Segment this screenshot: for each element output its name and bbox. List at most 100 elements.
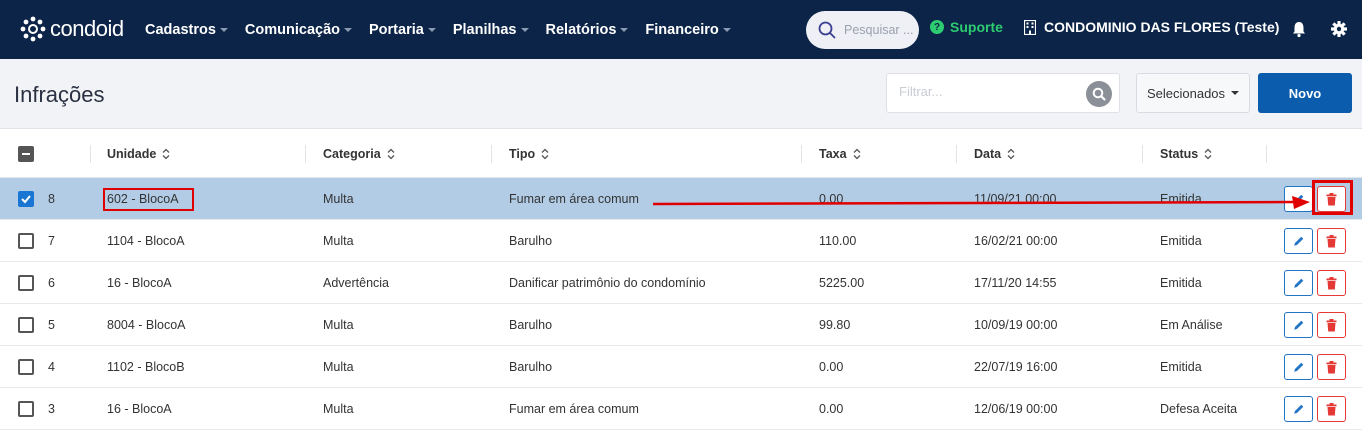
condo-name: CONDOMINIO DAS FLORES (Teste) [1044,19,1280,35]
column-header-data[interactable]: Data [974,147,1015,161]
cell-data: 22/07/19 16:00 [974,360,1058,374]
pencil-icon [1293,236,1303,246]
table-row[interactable]: 8 602 - BlocoA Multa Fumar em área comum 0.0… [0,178,1362,220]
nav-item-portaria[interactable]: Portaria [369,22,436,38]
cell-categoria: Advertência [323,276,390,290]
row-checkbox[interactable] [18,275,34,291]
cell-data: 16/02/21 00:00 [974,234,1058,248]
column-header-unidade[interactable]: Unidade [107,147,170,161]
trash-icon [1326,318,1337,331]
nav-item-cadastros[interactable]: Cadastros [145,22,228,38]
global-search[interactable]: Pesquisar ... [806,11,919,49]
cell-taxa: 0.00 [819,192,844,206]
cell-taxa: 5225.00 [819,276,865,290]
cell-unidade: 16 - BlocoA [107,402,172,416]
new-button[interactable]: Novo [1258,73,1352,113]
cell-categoria: Multa [323,360,354,374]
table-row[interactable]: 5 8004 - BlocoA Multa Barulho 99.80 10/09/19 … [0,304,1362,346]
column-header-categoria[interactable]: Categoria [323,147,395,161]
select-all-checkbox[interactable] [18,146,34,162]
cell-categoria: Multa [323,402,354,416]
nav-item-relatórios[interactable]: Relatórios [546,22,629,38]
trash-icon [1326,192,1337,205]
caret-down-icon [344,27,353,32]
row-checkbox[interactable] [18,317,34,333]
top-navbar: condoid Cadastros Comunicação Portaria Plan… [0,0,1362,59]
condo-selector[interactable]: CONDOMINIO DAS FLORES (Teste) [1024,19,1279,35]
delete-button[interactable] [1317,270,1346,296]
support-link[interactable]: ? Suporte [930,19,1003,35]
gear-icon[interactable] [1330,20,1348,38]
cell-taxa: 0.00 [819,360,844,374]
nav-item-label: Cadastros [145,21,216,38]
filter-field[interactable] [886,73,1120,113]
cell-tipo: Barulho [509,234,553,248]
cell-categoria: Multa [323,192,354,206]
bell-icon[interactable] [1290,20,1308,38]
edit-button[interactable] [1284,354,1313,380]
cell-taxa: 110.00 [819,234,857,248]
edit-button[interactable] [1284,312,1313,338]
column-divider [305,145,306,163]
cell-tipo: Barulho [509,360,553,374]
cell-taxa: 99.80 [819,318,851,332]
table-body: 8 602 - BlocoA Multa Fumar em área comum 0.0… [0,178,1362,430]
caret-down-icon [427,27,436,32]
selected-actions-button[interactable]: Selecionados [1136,73,1250,113]
trash-icon [1326,234,1337,247]
row-checkbox[interactable] [18,401,34,417]
pencil-icon [1293,320,1303,330]
row-id: 4 [48,360,55,374]
magnifier-icon [1092,87,1106,101]
cell-status: Emitida [1160,192,1202,206]
table-row[interactable]: 6 16 - BlocoA Advertência Danificar patrimô… [0,262,1362,304]
pencil-icon [1293,194,1303,204]
delete-button[interactable] [1317,228,1346,254]
edit-button[interactable] [1284,270,1313,296]
nav-item-label: Financeiro [645,21,719,38]
edit-button[interactable] [1284,186,1313,212]
column-header-status[interactable]: Status [1160,147,1212,161]
logo[interactable]: condoid [20,14,124,44]
column-header-taxa[interactable]: Taxa [819,147,861,161]
logo-icon [20,16,46,42]
delete-button[interactable] [1317,186,1346,212]
nav-item-comunicação[interactable]: Comunicação [245,22,353,38]
cell-unidade: 1104 - BlocoA [107,234,185,248]
nav-item-planilhas[interactable]: Planilhas [453,22,529,38]
filter-input[interactable] [899,84,1079,99]
caret-down-icon [722,27,731,32]
caret-down-icon [1231,91,1240,95]
row-id: 6 [48,276,55,290]
row-checkbox[interactable] [18,233,34,249]
row-checkbox[interactable] [18,359,34,375]
cell-unidade: 1102 - BlocoB [107,360,185,374]
delete-button[interactable] [1317,312,1346,338]
delete-button[interactable] [1317,354,1346,380]
sort-icon [387,148,395,160]
selected-actions-label: Selecionados [1146,85,1226,101]
edit-button[interactable] [1284,396,1313,422]
pencil-icon [1293,404,1303,414]
nav-item-label: Relatórios [545,21,617,38]
infractions-table: Unidade Categoria Tipo Taxa Data Status 8 602 … [0,129,1362,430]
cell-tipo: Danificar patrimônio do condomínio [509,276,706,290]
cell-status: Em Análise [1160,318,1223,332]
row-id: 5 [48,318,55,332]
search-icon [818,21,836,39]
table-row[interactable]: 4 1102 - BlocoB Multa Barulho 0.00 22/07/19 1… [0,346,1362,388]
delete-button[interactable] [1317,396,1346,422]
row-checkbox[interactable] [18,191,34,207]
table-row[interactable]: 3 16 - BlocoA Multa Fumar em área comum 0.00… [0,388,1362,430]
sort-icon [541,148,549,160]
column-divider [1142,145,1143,163]
cell-data: 10/09/19 00:00 [974,318,1058,332]
filter-search-icon[interactable] [1086,81,1112,107]
sort-icon [162,148,170,160]
search-placeholder: Pesquisar ... [844,23,914,37]
nav-item-financeiro[interactable]: Financeiro [645,21,731,38]
column-header-tipo[interactable]: Tipo [509,147,549,161]
edit-button[interactable] [1284,228,1313,254]
trash-icon [1326,360,1337,373]
table-row[interactable]: 7 1104 - BlocoA Multa Barulho 110.00 16/02/21… [0,220,1362,262]
